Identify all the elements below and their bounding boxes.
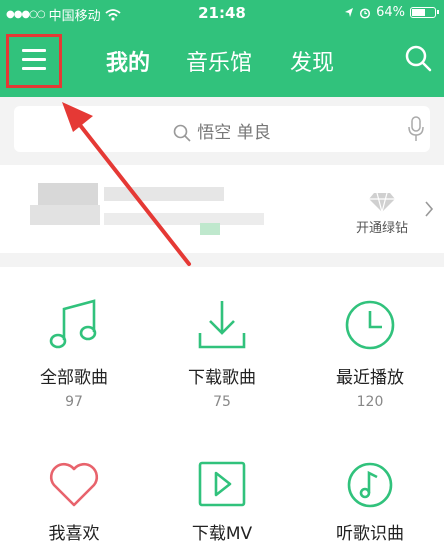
search-icon[interactable] [404, 44, 432, 72]
app-header: ●●●○○ 中国移动 21:48 64% 我的 音乐馆 发现 [0, 0, 444, 97]
search-input[interactable]: 悟空 单良 [14, 106, 430, 152]
download-icon [198, 301, 246, 349]
top-nav: 我的 音乐馆 发现 [0, 26, 444, 96]
grid-label: 我喜欢 [48, 524, 100, 544]
grid-label: 下载MV [191, 524, 253, 544]
menu-icon [22, 49, 46, 52]
battery-fill [412, 9, 425, 16]
grid-item-favorites[interactable]: 我喜欢 [0, 459, 148, 544]
grid-count: 97 [65, 394, 83, 410]
grid-item-all-songs[interactable]: 全部歌曲 97 [0, 297, 148, 410]
grid-count: 75 [213, 394, 231, 410]
grid-label: 听歌识曲 [336, 524, 404, 544]
grid-count: 120 [356, 394, 384, 410]
shortcut-grid: 全部歌曲 97 下载歌曲 75 最近播放 120 我喜欢 下载MV 听歌识曲 [0, 267, 444, 551]
search-area: 悟空 单良 [0, 97, 444, 165]
vip-label: 开通绿钻 [355, 221, 408, 236]
video-play-icon [198, 461, 246, 507]
alarm-icon [360, 7, 371, 19]
heart-icon [49, 462, 99, 507]
vip-button[interactable]: 开通绿钻 [356, 191, 408, 236]
grid-label: 最近播放 [336, 368, 404, 388]
grid-item-music-recognition[interactable]: 听歌识曲 [296, 459, 444, 544]
grid-item-recent-plays[interactable]: 最近播放 120 [296, 297, 444, 410]
diamond-icon [368, 192, 395, 213]
section-divider [0, 253, 444, 267]
location-icon [345, 8, 354, 17]
tab-music-hall[interactable]: 音乐馆 [186, 45, 252, 77]
tab-discover[interactable]: 发现 [290, 45, 334, 77]
grid-item-downloaded-mv[interactable]: 下载MV [148, 459, 296, 544]
battery-percent: 64% [376, 5, 405, 20]
menu-button[interactable] [6, 34, 62, 88]
search-small-icon [173, 124, 191, 142]
grid-item-downloaded-songs[interactable]: 下载歌曲 75 [148, 297, 296, 410]
music-recognize-icon [347, 462, 393, 508]
profile-card[interactable]: 开通绿钻 [0, 165, 444, 253]
clock-icon [345, 300, 395, 350]
grid-label: 全部歌曲 [40, 368, 108, 388]
chevron-right-icon [425, 201, 434, 217]
grid-label: 下载歌曲 [188, 368, 256, 388]
search-placeholder: 悟空 单良 [197, 123, 271, 143]
tab-mine[interactable]: 我的 [106, 45, 150, 77]
battery-icon [410, 7, 439, 18]
microphone-icon[interactable] [408, 116, 424, 142]
music-note-icon [49, 299, 97, 349]
status-bar: ●●●○○ 中国移动 21:48 64% [0, 0, 444, 26]
